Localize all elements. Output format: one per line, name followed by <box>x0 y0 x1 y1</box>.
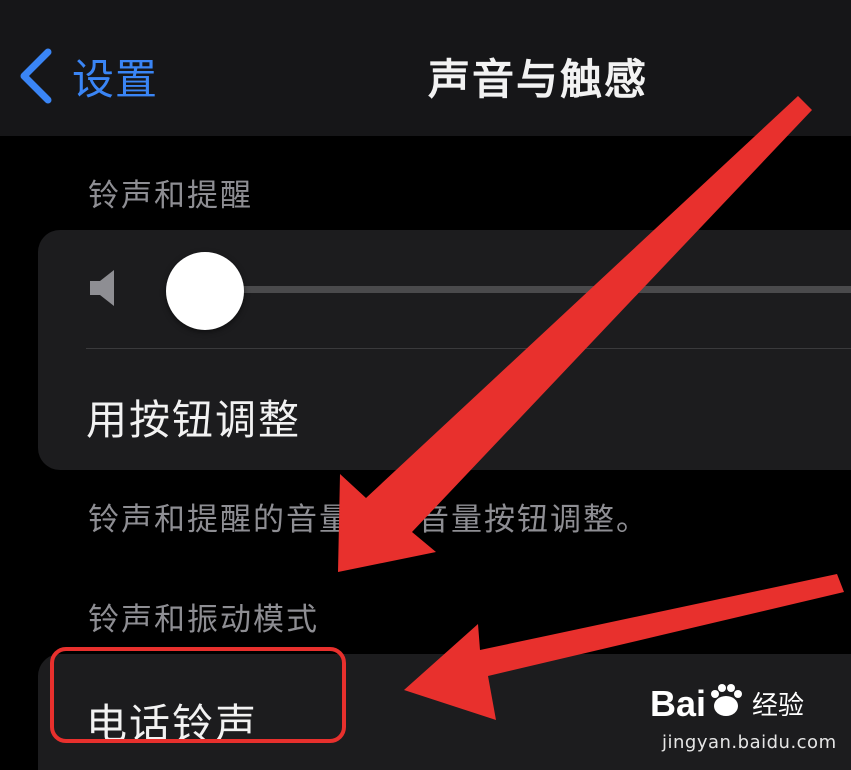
svg-text:经验: 经验 <box>752 691 804 721</box>
baidu-watermark: Bai 经验 jingyan.baidu.com <box>648 676 848 756</box>
annotation-arrow-1 <box>338 96 812 572</box>
watermark-url: jingyan.baidu.com <box>662 732 837 753</box>
sound-haptics-screen: 设置 声音与触感 铃声和提醒 用按钮调整 铃声和提醒的音量可用音量按钮调整。 铃… <box>0 0 851 770</box>
annotation-arrows <box>338 96 844 720</box>
baidu-jingyan-logo: Bai 经验 <box>650 683 804 724</box>
svg-text:Bai: Bai <box>650 683 706 724</box>
